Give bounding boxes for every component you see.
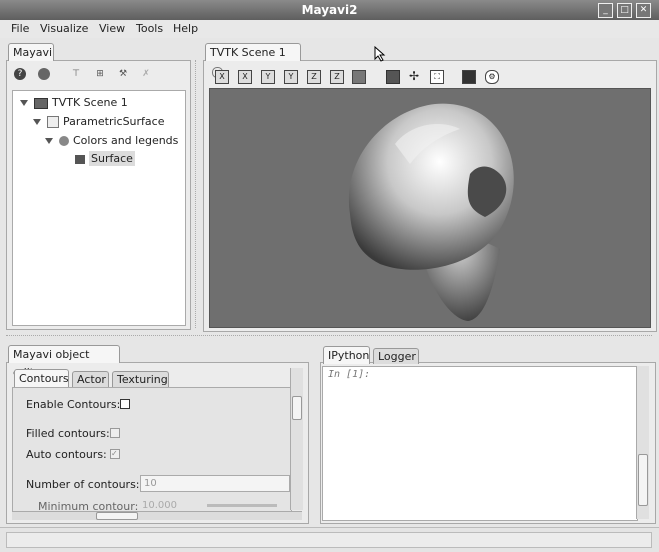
tree-label: Colors and legends	[73, 134, 179, 147]
surface-icon	[75, 154, 85, 164]
tab-mayavi[interactable]: Mayavi	[8, 43, 54, 61]
menu-visualize[interactable]: Visualize	[40, 22, 88, 35]
expand-icon[interactable]	[20, 100, 28, 106]
parallel-projection-icon[interactable]	[386, 70, 400, 84]
minimum-contour-slider[interactable]	[207, 504, 277, 507]
console-scrollbar[interactable]	[636, 366, 649, 519]
fullscreen-icon[interactable]: ⛶	[430, 70, 444, 84]
scroll-thumb[interactable]	[96, 512, 138, 520]
tab-texturing[interactable]: Texturing	[112, 371, 169, 387]
expand-icon[interactable]	[33, 119, 41, 125]
splitter-horizontal[interactable]	[6, 335, 652, 339]
tree-label: Surface	[89, 151, 135, 166]
number-of-contours-label: Number of contours:	[26, 478, 140, 491]
status-bar	[0, 527, 659, 552]
parametric-surface-render	[348, 103, 514, 321]
expand-icon[interactable]	[45, 138, 53, 144]
add-module-icon[interactable]: ⚒	[117, 68, 129, 80]
tab-tvtk-scene[interactable]: TVTK Scene 1 ×	[205, 43, 301, 78]
configure-icon[interactable]: ⚙	[485, 70, 499, 84]
source-icon	[47, 116, 59, 128]
menu-help[interactable]: Help	[173, 22, 198, 35]
delete-node-icon[interactable]: ✗	[140, 68, 152, 80]
view-x-icon[interactable]: X	[215, 70, 229, 84]
scroll-thumb[interactable]	[292, 396, 302, 420]
splitter-vertical[interactable]	[195, 60, 199, 328]
minimum-contour-value[interactable]: 10.000	[142, 500, 177, 510]
tree-label: TVTK Scene 1	[52, 96, 128, 109]
tree-label: ParametricSurface	[63, 115, 165, 128]
isometric-view-icon[interactable]	[352, 70, 366, 84]
minimize-icon[interactable]: _	[598, 3, 613, 18]
tree-node-parametric-surface[interactable]: ParametricSurface	[33, 115, 164, 128]
help-icon[interactable]: ?	[14, 68, 26, 80]
scroll-thumb[interactable]	[638, 454, 648, 506]
minimum-contour-label: Minimum contour:	[38, 500, 139, 510]
number-of-contours-input[interactable]: 10	[140, 475, 290, 492]
scene-icon	[34, 97, 48, 109]
editor-vertical-scrollbar[interactable]	[290, 368, 303, 510]
tab-label: TVTK Scene 1	[210, 46, 286, 59]
menu-tools[interactable]: Tools	[136, 22, 163, 35]
view-z-icon[interactable]: Z	[307, 70, 321, 84]
auto-contours-checkbox[interactable]: ✓	[110, 449, 120, 459]
add-filter-icon[interactable]: ⊞	[94, 68, 106, 80]
tab-ipython[interactable]: IPython	[323, 346, 370, 364]
ipython-console[interactable]: In [1]:	[322, 366, 638, 521]
menu-file[interactable]: File	[11, 22, 29, 35]
filled-contours-label: Filled contours:	[26, 427, 110, 440]
save-icon[interactable]	[462, 70, 476, 84]
tab-actor[interactable]: Actor	[72, 371, 109, 387]
editor-horizontal-scrollbar[interactable]	[12, 511, 302, 520]
view-x-neg-icon[interactable]: X	[238, 70, 252, 84]
menu-view[interactable]: View	[99, 22, 125, 35]
tab-logger[interactable]: Logger	[373, 348, 419, 364]
colors-icon	[59, 136, 69, 146]
title-bar: Mayavi2 _ □ ✕	[0, 0, 659, 21]
enable-contours-label: Enable Contours:	[26, 398, 121, 411]
auto-contours-label: Auto contours:	[26, 448, 107, 461]
close-icon[interactable]: ✕	[636, 3, 651, 18]
enable-contours-checkbox[interactable]	[120, 399, 130, 409]
tab-contours[interactable]: Contours	[14, 369, 69, 387]
stop-icon[interactable]	[38, 68, 50, 80]
axes-icon[interactable]: ✢	[408, 70, 420, 82]
maximize-icon[interactable]: □	[617, 3, 632, 18]
tree-node-colors-legends[interactable]: Colors and legends	[45, 134, 178, 147]
tab-object-editor[interactable]: Mayavi object editor	[8, 345, 120, 379]
menu-bar: File Visualize View Tools Help	[0, 20, 659, 38]
tree-node-surface[interactable]: Surface	[75, 151, 135, 166]
mouse-cursor-icon	[374, 45, 386, 65]
minimum-contour-row: Minimum contour: 10.000	[12, 497, 290, 510]
3d-viewport[interactable]	[209, 88, 651, 328]
status-field	[6, 532, 652, 548]
view-y-icon[interactable]: Y	[261, 70, 275, 84]
filled-contours-checkbox[interactable]	[110, 428, 120, 438]
view-z-neg-icon[interactable]: Z	[330, 70, 344, 84]
add-source-icon[interactable]: ⊤	[70, 68, 82, 80]
window-title: Mayavi2	[301, 3, 358, 17]
view-y-neg-icon[interactable]: Y	[284, 70, 298, 84]
tree-node-scene[interactable]: TVTK Scene 1	[20, 96, 128, 109]
ipython-prompt: In [1]:	[328, 369, 371, 380]
